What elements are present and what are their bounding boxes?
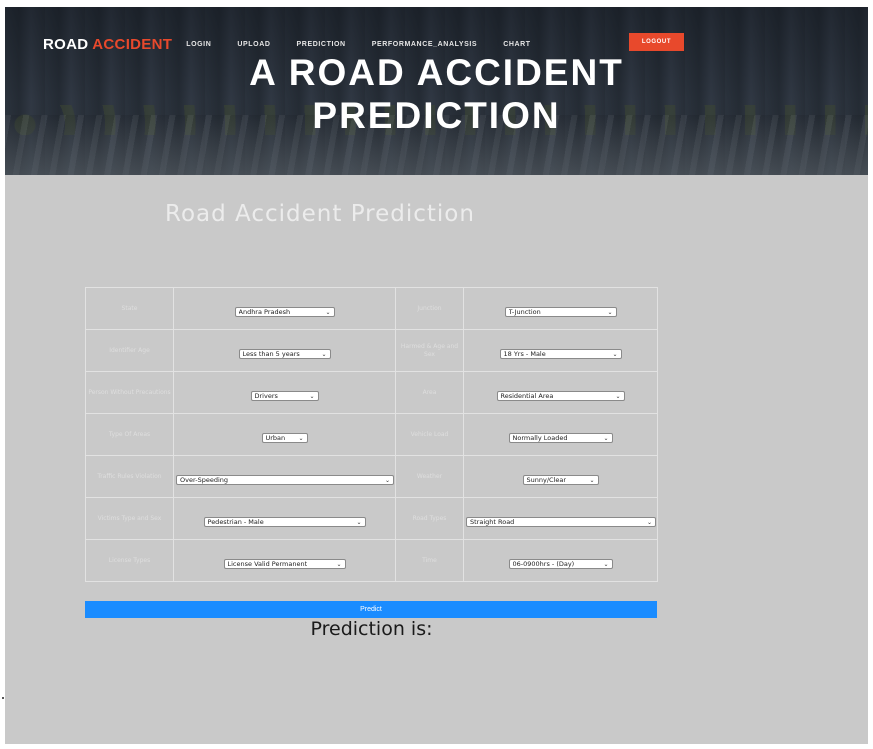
hero-title-line1: A ROAD ACCIDENT (249, 52, 624, 93)
area-type-select[interactable]: Urban ⌄ (261, 433, 308, 443)
page-title: Road Accident Prediction (165, 201, 475, 227)
identifier-age-select[interactable]: Less than 5 years ⌄ (238, 349, 331, 359)
field-label: Vehicle Load (410, 430, 449, 438)
form-row: Identifier Age Less than 5 years ⌄ Harmed… (85, 329, 658, 372)
chevron-down-icon: ⌄ (615, 392, 621, 400)
field-label: Traffic Rules Violation (97, 472, 162, 480)
form-row: License Types License Valid Permanent ⌄ T… (85, 539, 658, 582)
chevron-down-icon: ⌄ (646, 518, 652, 526)
chevron-down-icon: ⌄ (356, 518, 362, 526)
nav-performance-analysis[interactable]: PERFORMANCE_ANALYSIS (372, 41, 477, 48)
predict-button[interactable]: Predict (85, 601, 657, 618)
time-select[interactable]: 06-0900hrs - (Day) ⌄ (508, 559, 613, 569)
chevron-down-icon: ⌄ (607, 308, 613, 316)
person-precautions-select[interactable]: Drivers ⌄ (250, 391, 319, 401)
field-label: State (121, 304, 138, 312)
hero-title: A ROAD ACCIDENT PREDICTION (5, 51, 868, 137)
junction-select[interactable]: T-Junction ⌄ (504, 307, 617, 317)
weather-select[interactable]: Sunny/Clear ⌄ (522, 475, 599, 485)
chevron-down-icon: ⌄ (603, 434, 609, 442)
traffic-violation-select[interactable]: Over-Speeding ⌄ (176, 475, 394, 485)
brand-logo[interactable]: ROAD ACCIDENT (43, 36, 172, 53)
chevron-down-icon: ⌄ (309, 392, 315, 400)
prediction-form: State Andhra Pradesh ⌄ Junction T-Junctio… (85, 287, 658, 582)
field-label: Type Of Areas (108, 430, 151, 438)
chevron-down-icon: ⌄ (612, 350, 618, 358)
field-label: Area (422, 388, 437, 396)
road-type-select[interactable]: Straight Road ⌄ (466, 517, 656, 527)
field-label: Junction (417, 304, 442, 312)
nav-upload[interactable]: UPLOAD (237, 41, 270, 48)
license-type-select[interactable]: License Valid Permanent ⌄ (223, 559, 346, 569)
brand-main: ROAD (43, 35, 89, 53)
field-label: License Types (108, 556, 151, 564)
chevron-down-icon: ⌄ (321, 350, 327, 358)
hero-banner: ROAD ACCIDENT LOGIN UPLOAD PREDICTION PE… (5, 7, 868, 175)
area-select[interactable]: Residential Area ⌄ (496, 391, 625, 401)
chevron-down-icon: ⌄ (603, 560, 609, 568)
chevron-down-icon: ⌄ (298, 434, 304, 442)
field-label: Time (422, 556, 437, 564)
field-label: Weather (416, 472, 443, 480)
field-label: Victims Type and Sex (97, 514, 162, 522)
chevron-down-icon: ⌄ (384, 476, 390, 484)
prediction-result-label: Prediction is: (310, 618, 433, 640)
field-label: Identifier Age (109, 346, 150, 354)
form-row: Type Of Areas Urban ⌄ Vehicle Load Normal… (85, 413, 658, 456)
nav-login[interactable]: LOGIN (186, 41, 211, 48)
hero-title-line2: PREDICTION (312, 95, 561, 136)
form-row: Traffic Rules Violation Over-Speeding ⌄ W… (85, 455, 658, 498)
nav-prediction[interactable]: PREDICTION (297, 41, 346, 48)
field-label: Road Types (412, 514, 447, 522)
form-row: Person Without Precautions Drivers ⌄ Area… (85, 371, 658, 414)
stray-dot (2, 697, 4, 699)
form-row: Victims Type and Sex Pedestrian - Male ⌄ … (85, 497, 658, 540)
chevron-down-icon: ⌄ (336, 560, 342, 568)
victim-type-select[interactable]: Pedestrian - Male ⌄ (203, 517, 366, 527)
page-frame: ROAD ACCIDENT LOGIN UPLOAD PREDICTION PE… (5, 7, 868, 744)
logout-button[interactable]: LOGOUT (629, 33, 684, 51)
form-row: State Andhra Pradesh ⌄ Junction T-Junctio… (85, 287, 658, 330)
nav-chart[interactable]: CHART (503, 41, 531, 48)
chevron-down-icon: ⌄ (325, 308, 331, 316)
field-label: Harmed & Age and Sex (400, 342, 459, 358)
brand-accent: ACCIDENT (92, 35, 173, 53)
field-label: Person Without Precautions (88, 388, 171, 396)
state-select[interactable]: Andhra Pradesh ⌄ (234, 307, 335, 317)
harmed-age-sex-select[interactable]: 18 Yrs - Male ⌄ (499, 349, 622, 359)
chevron-down-icon: ⌄ (589, 476, 595, 484)
vehicle-load-select[interactable]: Normally Loaded ⌄ (508, 433, 613, 443)
